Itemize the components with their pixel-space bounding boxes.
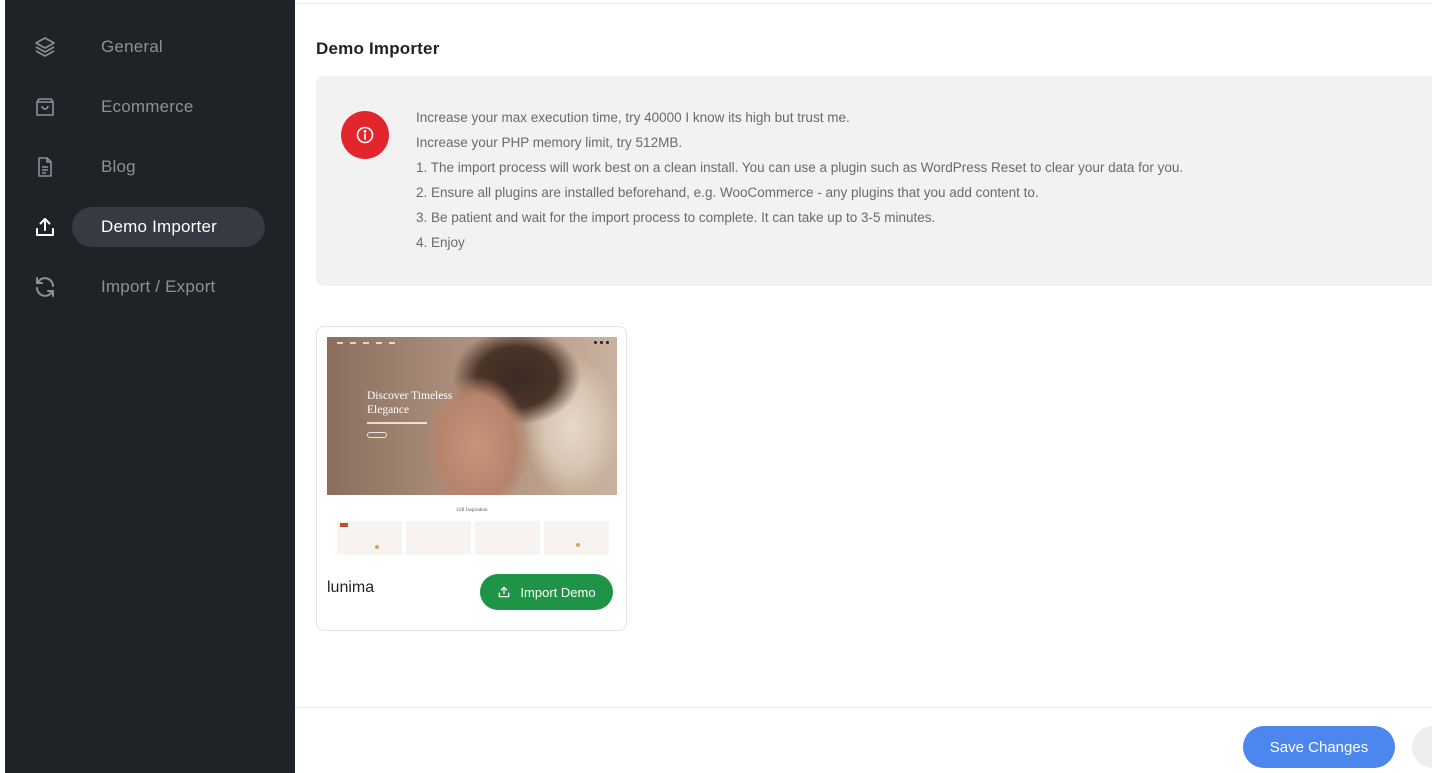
sidebar-item-label: Blog (101, 157, 136, 176)
sidebar-item-import-export[interactable]: Import / Export (5, 267, 295, 307)
notice-line: Increase your max execution time, try 40… (416, 110, 850, 125)
preview-hero-title: Discover Timeless Elegance (367, 390, 453, 416)
sidebar-item-label: Demo Importer (101, 217, 217, 236)
page-title: Demo Importer (316, 39, 440, 58)
notice-line: 3. Be patient and wait for the import pr… (416, 210, 936, 225)
sidebar-item-general[interactable]: General (5, 27, 295, 67)
save-changes-button[interactable]: Save Changes (1243, 726, 1395, 768)
preview-nav (337, 342, 395, 344)
sidebar-item-blog[interactable]: Blog (5, 147, 295, 187)
preview-product-tiles (337, 521, 609, 555)
upload-icon (499, 586, 510, 598)
preview-tile (475, 521, 540, 555)
preview-tile (406, 521, 471, 555)
preview-hero-subtitle (367, 422, 427, 424)
requirements-notice: Increase your max execution time, try 40… (316, 76, 1432, 286)
preview-hero: Discover Timeless Elegance (327, 337, 617, 495)
import-demo-label: Import Demo (520, 584, 596, 600)
shopping-bag-icon (33, 95, 57, 119)
sidebar: General Ecommerce Blog Demo Importer Imp… (5, 0, 295, 773)
preview-tile (337, 521, 402, 555)
notice-line: 4. Enjoy (416, 235, 465, 250)
demo-preview-image: Discover Timeless Elegance Gift Inspirat… (327, 337, 617, 555)
sidebar-item-label: Import / Export (101, 277, 216, 296)
preview-tile (544, 521, 609, 555)
preview-section-heading: Gift Inspiration (456, 508, 488, 513)
preview-hero-button (367, 432, 387, 438)
demo-card: Discover Timeless Elegance Gift Inspirat… (316, 326, 627, 631)
notice-line: 1. The import process will work best on … (416, 160, 1184, 175)
sidebar-item-demo-importer[interactable]: Demo Importer (5, 207, 295, 247)
notice-line: Increase your PHP memory limit, try 512M… (416, 135, 683, 150)
upload-icon (33, 215, 57, 239)
refresh-icon (33, 275, 57, 299)
demo-name: lunima (327, 579, 375, 596)
top-divider (295, 3, 1432, 4)
sidebar-item-label: General (101, 37, 163, 56)
sidebar-item-ecommerce[interactable]: Ecommerce (5, 87, 295, 127)
import-demo-button[interactable]: Import Demo (480, 574, 613, 610)
secondary-button[interactable] (1412, 726, 1432, 768)
notice-line: 2. Ensure all plugins are installed befo… (416, 185, 1039, 200)
notice-text: Increase your max execution time, try 40… (416, 109, 1183, 259)
main-panel: Demo Importer Increase your max executio… (295, 0, 1432, 773)
document-icon (33, 155, 57, 179)
preview-dots (594, 341, 609, 344)
sidebar-item-label: Ecommerce (101, 97, 194, 116)
layers-icon (33, 35, 57, 59)
info-icon (341, 111, 389, 159)
footer-divider (295, 707, 1432, 708)
